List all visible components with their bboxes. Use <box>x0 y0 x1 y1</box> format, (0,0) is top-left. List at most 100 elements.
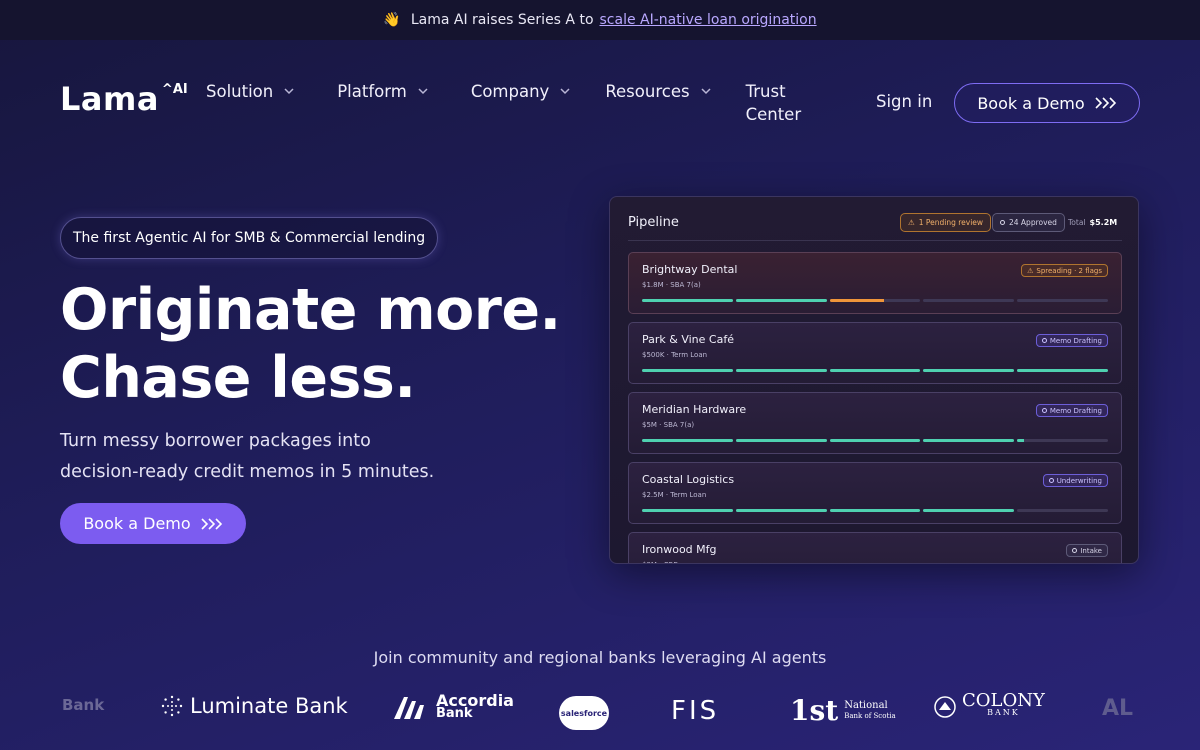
headline-line2: Chase less. <box>60 345 416 411</box>
progress-segment <box>642 369 733 372</box>
triple-chevron-right-icon <box>201 517 222 530</box>
progress-segment <box>923 369 1015 372</box>
progress-segment <box>1017 509 1108 512</box>
progress-track <box>642 369 1108 372</box>
nav-demo-label: Book a Demo <box>977 93 1085 113</box>
card-borrower-name: Park & Vine Café <box>642 333 734 346</box>
progress-segment <box>829 299 921 302</box>
status-label: Memo Drafting <box>1049 336 1102 345</box>
card-status-badge: ⚠ Spreading · 2 flags <box>1021 264 1108 277</box>
accordia-bank-logo: Accordia Bank <box>394 693 514 720</box>
card-borrower-name: Coastal Logistics <box>642 473 735 486</box>
card-loan-meta: $9M · CRE <box>642 561 678 563</box>
card-loan-meta: $5M · SBA 7(a) <box>642 421 695 429</box>
warning-icon: ⚠ <box>908 218 915 227</box>
colony-seal-icon <box>934 696 956 718</box>
main-nav: Lama ^AI Solution Platform Company Resou… <box>60 76 1140 130</box>
progress-segment <box>735 509 827 512</box>
nav-menu: Solution Platform Company Resources Trus… <box>206 80 816 126</box>
approved-chip[interactable]: 24 Approved <box>992 213 1065 232</box>
circle-icon <box>1041 408 1047 413</box>
hero-pill: The first Agentic AI for SMB & Commercia… <box>60 217 439 259</box>
circle-icon <box>1072 548 1078 553</box>
progress-segment <box>642 439 733 442</box>
status-label: Underwriting <box>1056 476 1102 485</box>
trust-heading: Join community and regional banks levera… <box>373 648 827 667</box>
subtext-line1: Turn messy borrower packages into <box>60 431 371 451</box>
luminate-bank-logo: Luminate Bank <box>160 694 348 718</box>
progress-segment <box>642 509 733 512</box>
pipeline-panel: Pipeline ⚠ 1 Pending review 24 Approved … <box>609 196 1139 564</box>
progress-segment <box>923 299 1015 302</box>
card-status-badge: Memo Drafting <box>1035 404 1108 417</box>
customer-logos: Bank Luminate Bank Accordia Bank salesfo… <box>0 690 1200 736</box>
nav-resources-label: Resources <box>605 81 690 101</box>
subtext-line2: decision-ready credit memos in 5 minutes… <box>60 462 435 482</box>
card-status-badge: Memo Drafting <box>1035 334 1108 347</box>
triple-chevron-right-icon <box>1095 97 1116 109</box>
chevron-down-icon <box>284 88 294 95</box>
nav-company-label: Company <box>470 81 550 101</box>
circle-icon <box>1000 220 1005 225</box>
card-borrower-name: Ironwood Mfg <box>642 543 717 556</box>
hero-headline: Originate more. Chase less. <box>60 276 561 412</box>
progress-segment <box>642 299 733 302</box>
fis-logo: FIS <box>671 696 720 726</box>
pending-review-chip[interactable]: ⚠ 1 Pending review <box>900 213 992 232</box>
nav-resources[interactable]: Resources <box>605 80 711 102</box>
pipeline-title: Pipeline <box>628 215 679 230</box>
announcement-text: Lama AI raises Series A to <box>410 12 594 28</box>
status-label: Memo Drafting <box>1049 406 1102 415</box>
pipeline-header: Pipeline ⚠ 1 Pending review 24 Approved … <box>628 211 1122 241</box>
announcement-link[interactable]: scale AI-native loan origination <box>600 12 817 28</box>
logo-ai-suffix: ^AI <box>161 82 188 97</box>
sign-in-link[interactable]: Sign in <box>876 92 932 111</box>
accordia-mark-icon <box>394 697 424 719</box>
progress-track <box>642 509 1108 512</box>
nav-solution-label: Solution <box>206 81 274 101</box>
progress-segment <box>735 299 827 302</box>
progress-segment <box>829 509 921 512</box>
chevron-down-icon <box>560 88 570 95</box>
chevron-down-icon <box>701 88 711 95</box>
progress-segment <box>829 439 921 442</box>
progress-segment <box>923 509 1015 512</box>
hero-subtext: Turn messy borrower packages into decisi… <box>60 426 480 488</box>
partial-logo: AL <box>1102 696 1134 721</box>
card-status-badge: Intake <box>1066 544 1108 557</box>
chevron-down-icon <box>418 88 428 95</box>
circle-icon <box>1048 478 1054 483</box>
pipeline-card[interactable]: Coastal Logistics $2.5M · Term Loan Underw… <box>628 462 1122 524</box>
pipeline-card[interactable]: Meridian Hardware $5M · SBA 7(a) Memo Draf… <box>628 392 1122 454</box>
progress-segment <box>735 369 827 372</box>
headline-line1: Originate more. <box>60 277 561 343</box>
progress-segment <box>829 369 921 372</box>
lama-ai-logo[interactable]: Lama ^AI <box>60 82 188 116</box>
card-borrower-name: Meridian Hardware <box>642 403 747 416</box>
nav-company[interactable]: Company <box>471 80 572 102</box>
circle-icon <box>1041 338 1047 343</box>
luminate-dots-icon <box>161 695 183 717</box>
pipeline-card[interactable]: Brightway Dental $1.8M · SBA 7(a) ⚠ Spreadi… <box>628 252 1122 314</box>
nav-trust-center[interactable]: Trust Center <box>746 80 816 126</box>
nav-platform[interactable]: Platform <box>337 80 429 102</box>
nav-book-demo-button[interactable]: Book a Demo <box>954 83 1140 123</box>
card-status-badge: Underwriting <box>1042 474 1108 487</box>
progress-track <box>642 299 1108 302</box>
progress-segment <box>735 439 827 442</box>
card-loan-meta: $1.8M · SBA 7(a) <box>642 281 701 289</box>
status-label: Intake <box>1080 546 1102 555</box>
progress-track <box>642 439 1108 442</box>
status-label: Spreading · 2 flags <box>1036 266 1102 275</box>
progress-segment <box>1017 369 1108 372</box>
progress-segment <box>1017 299 1108 302</box>
pipeline-card[interactable]: Ironwood Mfg $9M · CRE Intake <box>628 532 1122 563</box>
first-national-bank-logo: 1st National Bank of Scotia <box>790 694 896 727</box>
hero-book-demo-button[interactable]: Book a Demo <box>60 503 246 544</box>
nav-solution[interactable]: Solution <box>206 80 295 102</box>
pipeline-card[interactable]: Park & Vine Café $500K · Term Loan Memo Dr… <box>628 322 1122 384</box>
warning-icon: ⚠ <box>1027 266 1034 275</box>
colony-bank-logo: COLONY BANK <box>934 692 1045 719</box>
partial-bank-logo: Bank <box>62 696 105 714</box>
nav-platform-label: Platform <box>337 81 407 101</box>
